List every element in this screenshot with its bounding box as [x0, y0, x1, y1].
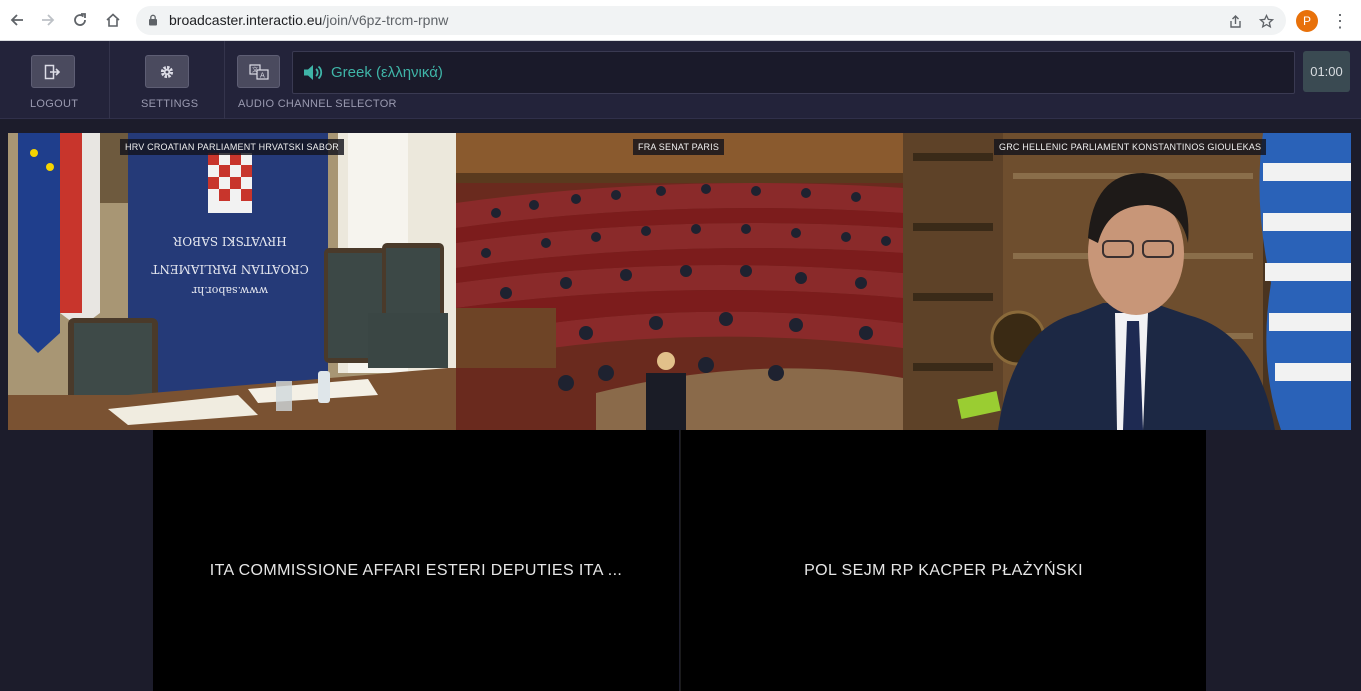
browser-menu-icon[interactable]: ⋮	[1330, 9, 1350, 33]
banner-line1: HRVATSKI SABOR	[172, 234, 286, 248]
url-path: /join/v6pz-trcm-rpnw	[322, 12, 449, 28]
home-icon[interactable]	[101, 8, 125, 32]
address-bar[interactable]: broadcaster.interactio.eu/join/v6pz-trcm…	[136, 6, 1286, 35]
participant-name: POL SEJM RP KACPER PŁAŻYŃSKI	[804, 562, 1083, 579]
timer: 01:00	[1303, 51, 1350, 92]
gear-icon	[160, 65, 174, 78]
share-icon[interactable]	[1226, 12, 1244, 30]
translate-icon: 文A	[248, 63, 269, 80]
france-video-frame	[456, 133, 903, 430]
placeholder-tile-italy[interactable]: ITA COMMISSIONE AFFARI ESTERI DEPUTIES I…	[153, 430, 679, 691]
profile-avatar[interactable]: P	[1296, 10, 1318, 32]
settings-label: SETTINGS	[141, 98, 199, 110]
app-toolbar: LOGOUT SETTINGS 文A AUDIO CHANNEL SELECTO…	[0, 41, 1361, 119]
video-label: FRA SENAT PARIS	[633, 139, 725, 155]
svg-text:文: 文	[252, 66, 258, 74]
audio-channel-label: AUDIO CHANNEL SELECTOR	[238, 98, 397, 110]
audio-channel-button[interactable]: 文A	[237, 55, 280, 88]
placeholder-tile-poland[interactable]: POL SEJM RP KACPER PŁAŻYŃSKI	[680, 430, 1206, 691]
logout-button[interactable]	[31, 55, 75, 88]
video-stage: HRVATSKI SABOR CROATIAN PARLIAMENT www.s…	[0, 120, 1361, 691]
forward-icon[interactable]	[36, 8, 60, 32]
greece-video-frame	[903, 133, 1351, 430]
settings-group: SETTINGS	[110, 41, 225, 119]
lock-icon	[149, 14, 157, 26]
participant-name: ITA COMMISSIONE AFFARI ESTERI DEPUTIES I…	[209, 562, 623, 579]
selected-language: Greek (ελληνικά)	[331, 64, 443, 81]
video-label: GRC HELLENIC PARLIAMENT KONSTANTINOS GIO…	[994, 139, 1267, 155]
banner-line2: CROATIAN PARLIAMENT	[151, 262, 308, 276]
settings-button[interactable]	[145, 55, 189, 88]
logout-label: LOGOUT	[30, 98, 79, 110]
logout-group: LOGOUT	[0, 41, 110, 119]
language-selector[interactable]: Greek (ελληνικά)	[292, 51, 1295, 94]
url-host: broadcaster.interactio.eu	[169, 12, 323, 28]
croatia-video-frame: HRVATSKI SABOR CROATIAN PARLIAMENT www.s…	[8, 133, 456, 430]
video-tile-greece[interactable]: GRC HELLENIC PARLIAMENT KONSTANTINOS GIO…	[903, 133, 1351, 430]
video-label: HRV CROATIAN PARLIAMENT HRVATSKI SABOR	[120, 139, 344, 155]
logout-icon	[44, 64, 61, 79]
browser-toolbar: broadcaster.interactio.eu/join/v6pz-trcm…	[0, 0, 1361, 41]
video-tile-france[interactable]: FRA SENAT PARIS	[456, 133, 903, 430]
svg-text:A: A	[260, 71, 265, 79]
banner-line3: www.sabor.hr	[191, 284, 268, 297]
back-icon[interactable]	[5, 8, 29, 32]
speaker-icon	[304, 65, 323, 80]
bookmark-star-icon[interactable]	[1257, 12, 1275, 30]
reload-icon[interactable]	[68, 8, 92, 32]
video-tile-croatia[interactable]: HRVATSKI SABOR CROATIAN PARLIAMENT www.s…	[8, 133, 456, 430]
url-text: broadcaster.interactio.eu/join/v6pz-trcm…	[169, 12, 448, 28]
